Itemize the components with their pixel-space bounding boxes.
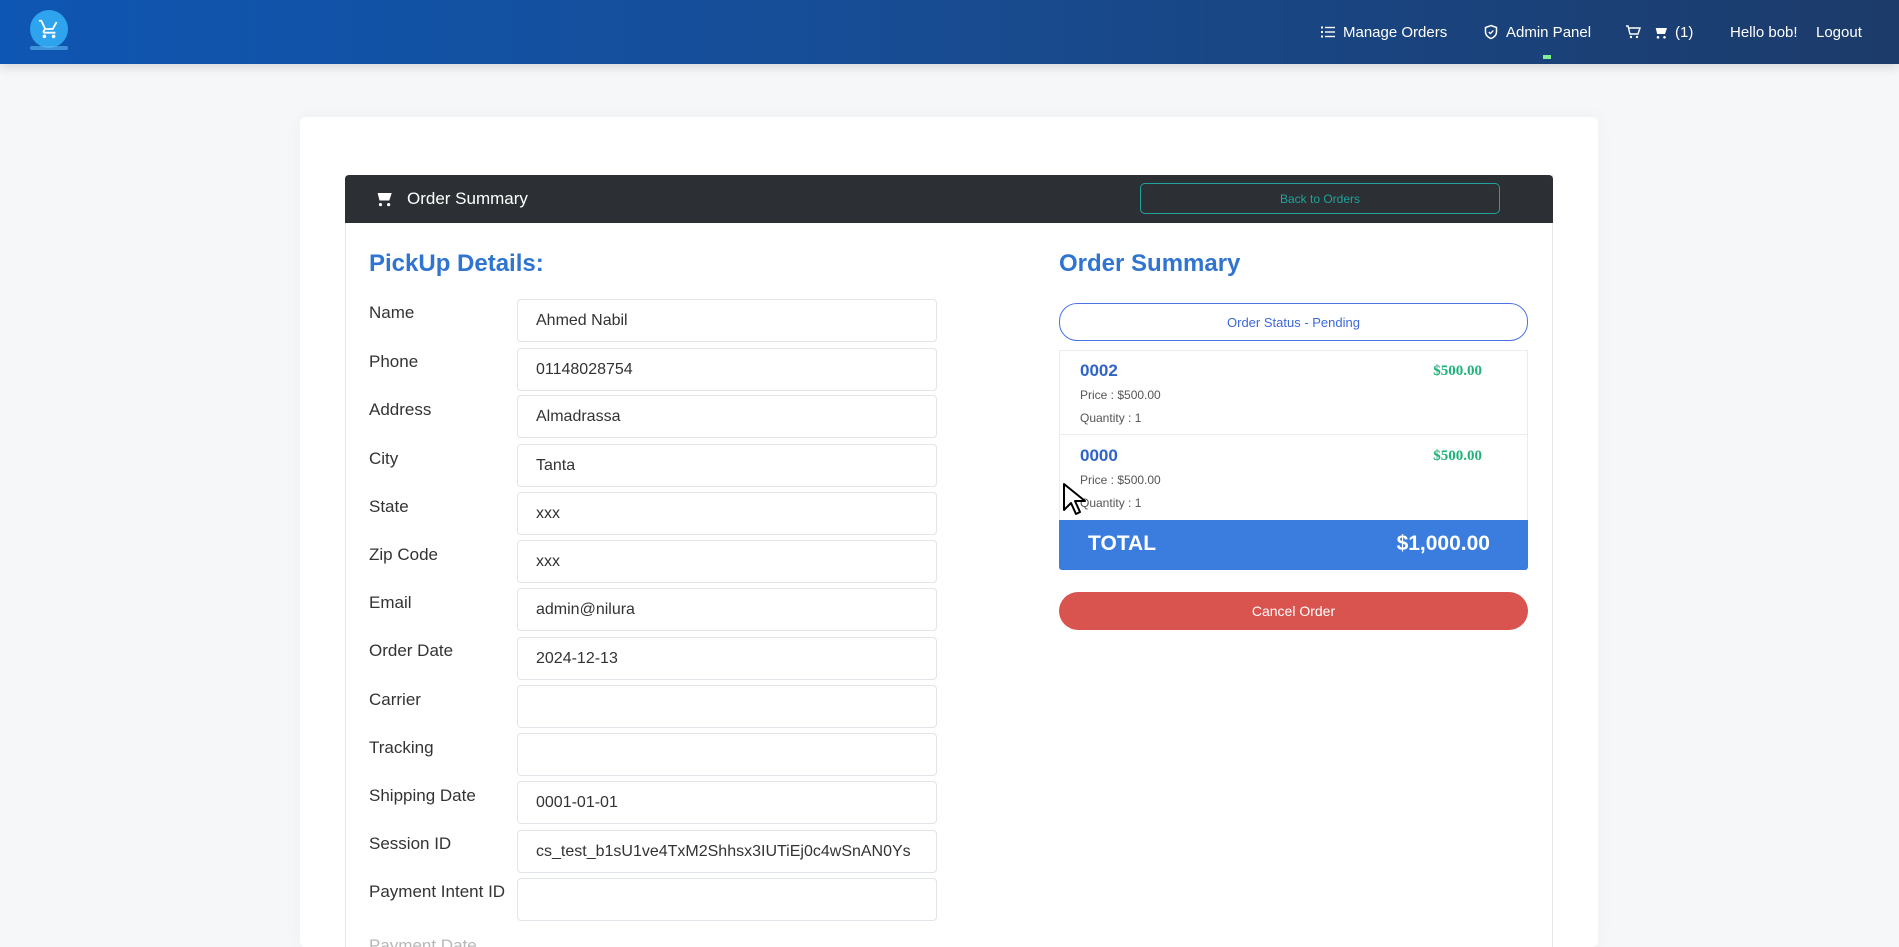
field-input-carrier[interactable] [517,685,937,728]
nav-cart-count[interactable]: (1) [1652,21,1693,43]
field-label-name: Name [369,303,415,322]
card-header-title: Order Summary [407,189,528,208]
field-label-payment-intent-id: Payment Intent ID [369,882,506,901]
mouse-cursor-icon [1063,483,1086,515]
top-navbar: Manage Orders Admin Panel (1) Hello bob!… [0,0,1899,64]
shield-icon [1484,24,1498,40]
cart-count-badge: (1) [1675,23,1694,41]
item-price: Price : $500.00 [1080,388,1161,402]
field-input-email[interactable]: admin@nilura [517,588,937,631]
field-input-session-id[interactable]: cs_test_b1sU1ve4TxM2Shhsx3IUTiEj0c4wSnAN… [517,830,937,873]
nav-admin-panel[interactable]: Admin Panel [1483,21,1591,43]
item-name: 0002 [1080,361,1118,380]
cart-outline-icon [1626,25,1641,39]
field-input-tracking[interactable] [517,733,937,776]
field-input-phone[interactable]: 01148028754 [517,348,937,391]
field-input-address[interactable]: Almadrassa [517,395,937,438]
order-item: 0002 $500.00 Price : $500.00 Quantity : … [1060,351,1527,435]
cart-icon [374,190,392,207]
field-input-order-date[interactable]: 2024-12-13 [517,637,937,680]
nav-manage-orders-label: Manage Orders [1343,23,1448,41]
field-input-zip-code[interactable]: xxx [517,540,937,583]
item-total: $500.00 [1433,363,1482,379]
order-item: 0000 $500.00 Price : $500.00 Quantity : … [1060,436,1527,520]
active-indicator [1543,55,1551,59]
item-name: 0000 [1080,446,1118,465]
cancel-order-button[interactable]: Cancel Order [1059,592,1528,630]
total-label: TOTAL [1088,532,1157,555]
field-label-session-id: Session ID [369,834,452,853]
logo-caption [30,46,68,50]
back-to-orders-button[interactable]: Back to Orders [1140,183,1500,214]
nav-greeting[interactable]: Hello bob! [1730,21,1798,43]
total-value: $1,000.00 [1396,532,1490,555]
field-label-shipping-date: Shipping Date [369,786,476,805]
nav-logout[interactable]: Logout [1816,21,1862,43]
field-input-shipping-date[interactable]: 0001-01-01 [517,781,937,824]
field-label-phone: Phone [369,352,419,371]
field-label-address: Address [369,400,432,419]
list-icon [1321,26,1335,38]
field-label-payment-date: Payment Date [369,936,477,947]
field-label-zip-code: Zip Code [369,545,438,564]
field-label-order-date: Order Date [369,641,454,660]
field-label-email: Email [369,593,412,612]
nav-cart-link[interactable] [1625,21,1641,43]
cart-icon [1653,26,1667,39]
pickup-details-title: PickUp Details: [369,250,544,277]
item-quantity: Quantity : 1 [1080,411,1142,425]
field-label-tracking: Tracking [369,738,434,757]
field-label-city: City [369,449,399,468]
field-label-state: State [369,497,409,516]
nav-manage-orders[interactable]: Manage Orders [1320,21,1447,43]
field-input-state[interactable]: xxx [517,492,937,535]
item-total: $500.00 [1433,448,1482,464]
field-input-city[interactable]: Tanta [517,444,937,487]
order-total-bar: TOTAL $1,000.00 [1059,520,1528,570]
order-items-list: 0002 $500.00 Price : $500.00 Quantity : … [1059,350,1528,520]
nav-admin-panel-label: Admin Panel [1506,23,1592,41]
item-quantity: Quantity : 1 [1080,496,1142,510]
cart-logo-icon[interactable] [30,10,68,48]
order-status-button[interactable]: Order Status - Pending [1059,303,1528,341]
field-input-payment-intent-id[interactable] [517,878,937,921]
order-card-header: Order Summary Back to Orders [345,175,1553,223]
field-input-name[interactable]: Ahmed Nabil [517,299,937,342]
field-label-carrier: Carrier [369,690,421,709]
item-price: Price : $500.00 [1080,473,1161,487]
order-summary-title: Order Summary [1059,250,1241,277]
